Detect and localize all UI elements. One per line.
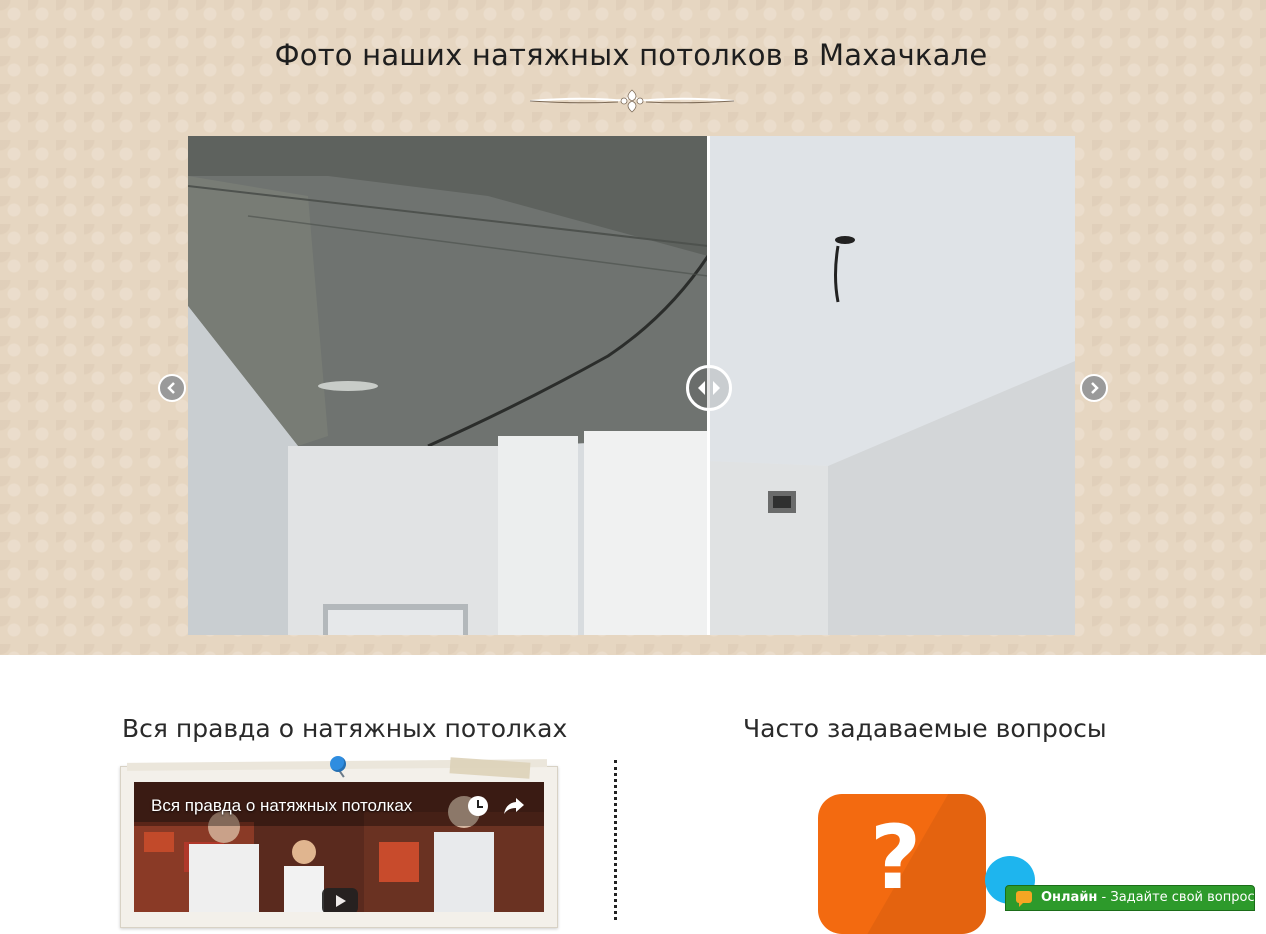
chevron-left-icon [167,382,175,394]
handle-right-arrow-icon [713,381,720,395]
video-section-title: Вся правда о натяжных потолках [122,714,568,743]
video-title: Вся правда о натяжных потолках [151,796,413,815]
handle-left-arrow-icon [698,381,705,395]
ornament-divider-icon [529,89,735,113]
chat-bubble-icon [1016,891,1032,907]
question-mark: ? [870,806,922,909]
online-chat-text: - Задайте свой вопрос [1097,890,1255,905]
pushpin-icon [330,756,346,772]
column-divider [614,760,617,920]
gallery-title: Фото наших натяжных потолков в Махачкале [274,38,988,72]
chevron-right-icon [1091,382,1099,394]
slider-handle[interactable] [686,365,732,411]
before-after-slider[interactable] [188,136,1075,635]
gallery-prev-button[interactable] [158,374,186,402]
faq-question-icon: ? [818,794,986,934]
gallery-next-button[interactable] [1080,374,1108,402]
online-chat-widget[interactable]: Онлайн - Задайте свой вопрос [1005,885,1255,911]
share-arrow-icon[interactable] [502,796,526,816]
video-player[interactable]: Вся правда о натяжных потолках [134,782,544,912]
before-after-photo [188,136,1075,635]
online-chat-label: Онлайн - Задайте свой вопрос [1041,886,1255,910]
watch-later-clock-icon[interactable] [468,796,488,816]
gallery-section: Фото наших натяжных потолков в Махачкале [0,0,1266,655]
faq-section-title: Часто задаваемые вопросы [743,714,1107,743]
online-status: Онлайн [1041,890,1098,905]
video-play-button[interactable] [322,888,358,912]
